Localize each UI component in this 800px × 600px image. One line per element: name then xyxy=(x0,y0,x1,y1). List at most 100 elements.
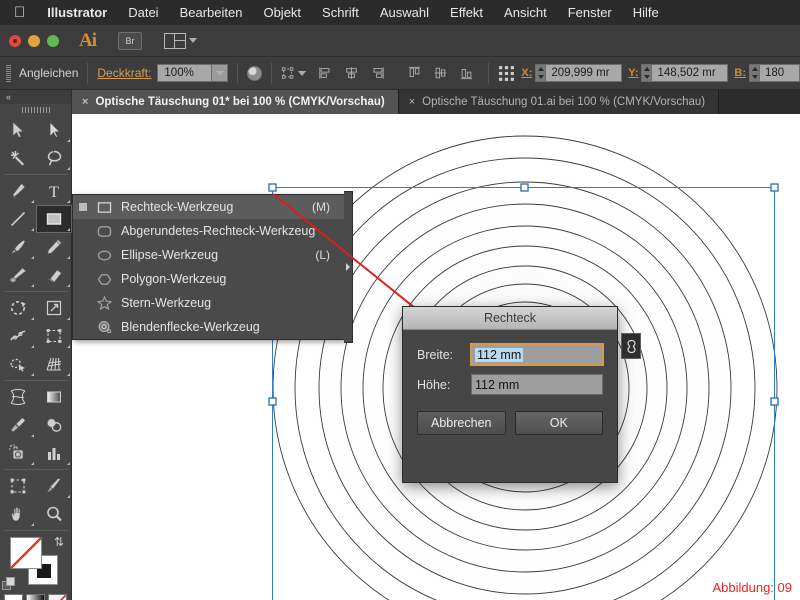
x-coordinate-field[interactable]: 209,999 mr xyxy=(546,64,623,82)
opacity-value[interactable]: 100% xyxy=(157,64,212,82)
tool-hand[interactable] xyxy=(0,500,36,528)
menu-item-ansicht[interactable]: Ansicht xyxy=(504,5,547,20)
fill-swatch[interactable] xyxy=(10,537,42,569)
tool-selection[interactable] xyxy=(0,116,36,144)
menu-item-schrift[interactable]: Schrift xyxy=(322,5,359,20)
scale-icon xyxy=(44,298,64,318)
x-stepper[interactable] xyxy=(535,64,547,82)
tool-blob-brush[interactable] xyxy=(0,261,36,289)
menu-item-fenster[interactable]: Fenster xyxy=(568,5,612,20)
width-input[interactable]: 112 mm xyxy=(470,343,604,366)
document-tab-active[interactable]: × Optische Täuschung 01* bei 100 % (CMYK… xyxy=(72,90,399,114)
flyout-item-flare-tool[interactable]: Blendenflecke-Werkzeug xyxy=(73,315,344,339)
tool-mesh[interactable] xyxy=(0,383,36,411)
default-fill-stroke-icon[interactable] xyxy=(2,577,16,591)
flyout-item-rectangle-tool[interactable]: Rechteck-Werkzeug (M) xyxy=(73,195,344,219)
tool-zoom[interactable] xyxy=(36,500,72,528)
tool-rotate[interactable] xyxy=(0,294,36,322)
tool-width[interactable] xyxy=(0,322,36,350)
swap-fill-stroke-icon[interactable]: ⇅ xyxy=(54,535,68,549)
y-stepper[interactable] xyxy=(641,64,653,82)
arrange-documents-button[interactable] xyxy=(164,32,197,49)
tools-grid: T xyxy=(0,116,72,528)
tool-line-segment[interactable] xyxy=(0,205,36,233)
ok-button[interactable]: OK xyxy=(514,411,603,435)
menu-item-datei[interactable]: Datei xyxy=(128,5,158,20)
tool-eraser[interactable] xyxy=(36,261,72,289)
close-window-button[interactable] xyxy=(9,34,21,47)
apple-logo-icon[interactable]:  xyxy=(14,5,25,20)
width-field[interactable]: 180 xyxy=(760,64,800,82)
menu-item-auswahl[interactable]: Auswahl xyxy=(380,5,429,20)
constrain-proportions-button[interactable] xyxy=(621,333,641,359)
tool-scale[interactable] xyxy=(36,294,72,322)
tool-type[interactable]: T xyxy=(36,177,72,205)
align-bottom-icon[interactable] xyxy=(459,66,474,80)
tool-magic-wand[interactable] xyxy=(0,144,36,172)
flyout-item-star-tool[interactable]: Stern-Werkzeug xyxy=(73,291,344,315)
cancel-button[interactable]: Abbrechen xyxy=(417,411,506,435)
tool-direct-selection[interactable] xyxy=(36,116,72,144)
tool-pencil[interactable] xyxy=(36,233,72,261)
chevron-down-icon[interactable] xyxy=(298,70,307,76)
width-stepper[interactable] xyxy=(749,64,760,82)
minimize-window-button[interactable] xyxy=(28,34,40,47)
opacity-combo[interactable]: 100% xyxy=(157,64,229,82)
close-icon[interactable]: × xyxy=(82,96,88,108)
document-tab-label: Optische Täuschung 01.ai bei 100 % (CMYK… xyxy=(422,96,706,108)
tool-symbol-sprayer[interactable] xyxy=(0,439,36,467)
tool-lasso[interactable] xyxy=(36,144,72,172)
menu-item-bearbeiten[interactable]: Bearbeiten xyxy=(180,5,243,20)
close-icon[interactable]: × xyxy=(409,96,415,108)
height-input[interactable]: 112 mm xyxy=(471,374,603,395)
rounded-rectangle-icon xyxy=(93,225,115,238)
gradient-mode-button[interactable] xyxy=(26,594,45,600)
menu-item-effekt[interactable]: Effekt xyxy=(450,5,483,20)
tear-off-handle[interactable] xyxy=(344,191,353,343)
maximize-window-button[interactable] xyxy=(47,34,59,47)
opacity-dropdown-arrow[interactable] xyxy=(211,64,229,82)
flyout-item-polygon-tool[interactable]: Polygon-Werkzeug xyxy=(73,267,344,291)
tool-rectangle[interactable] xyxy=(36,205,72,233)
document-tab-inactive[interactable]: × Optische Täuschung 01.ai bei 100 % (CM… xyxy=(398,90,720,114)
tools-panel-grip[interactable] xyxy=(0,104,71,116)
color-mode-button[interactable] xyxy=(4,594,23,600)
none-mode-button[interactable] xyxy=(48,594,67,600)
align-middle-vertical-icon[interactable] xyxy=(433,66,448,80)
control-bar-grip[interactable] xyxy=(6,64,11,82)
collapse-panel-icon[interactable]: « xyxy=(6,92,11,102)
y-coordinate-field[interactable]: 148,502 mr xyxy=(652,64,729,82)
flyout-item-rounded-rectangle-tool[interactable]: Abgerundetes-Rechteck-Werkzeug xyxy=(73,219,344,243)
x-coordinate-label: X: xyxy=(521,67,533,79)
star-icon xyxy=(93,296,115,310)
align-top-icon[interactable] xyxy=(407,66,422,80)
tool-blend[interactable] xyxy=(36,411,72,439)
divider xyxy=(4,291,68,292)
opacity-label[interactable]: Deckkraft: xyxy=(97,66,151,80)
tool-column-graph[interactable] xyxy=(36,439,72,467)
tool-perspective-grid[interactable] xyxy=(36,350,72,378)
align-center-horizontal-icon[interactable] xyxy=(344,66,359,80)
illustrator-logo-icon: Ai xyxy=(79,29,97,51)
tool-free-transform[interactable] xyxy=(36,322,72,350)
tool-slice[interactable] xyxy=(36,472,72,500)
tool-pen[interactable] xyxy=(0,177,36,205)
flyout-item-ellipse-tool[interactable]: Ellipse-Werkzeug (L) xyxy=(73,243,344,267)
divider xyxy=(4,380,68,381)
menu-item-objekt[interactable]: Objekt xyxy=(263,5,301,20)
transform-dropdown-icon[interactable] xyxy=(281,66,296,80)
align-right-icon[interactable] xyxy=(370,66,385,80)
tool-eyedropper[interactable] xyxy=(0,411,36,439)
tool-artboard[interactable] xyxy=(0,472,36,500)
transparency-icon[interactable] xyxy=(247,65,263,81)
menu-item-illustrator[interactable]: Illustrator xyxy=(47,5,107,20)
tool-shape-builder[interactable] xyxy=(0,350,36,378)
active-indicator-icon xyxy=(79,227,87,235)
bridge-button[interactable]: Br xyxy=(118,31,142,50)
align-left-icon[interactable] xyxy=(318,66,333,80)
menu-item-hilfe[interactable]: Hilfe xyxy=(633,5,659,20)
document-tab-label: Optische Täuschung 01* bei 100 % (CMYK/V… xyxy=(95,96,385,108)
tool-gradient[interactable] xyxy=(36,383,72,411)
tool-paintbrush[interactable] xyxy=(0,233,36,261)
transform-reference-point-icon[interactable] xyxy=(498,65,515,82)
